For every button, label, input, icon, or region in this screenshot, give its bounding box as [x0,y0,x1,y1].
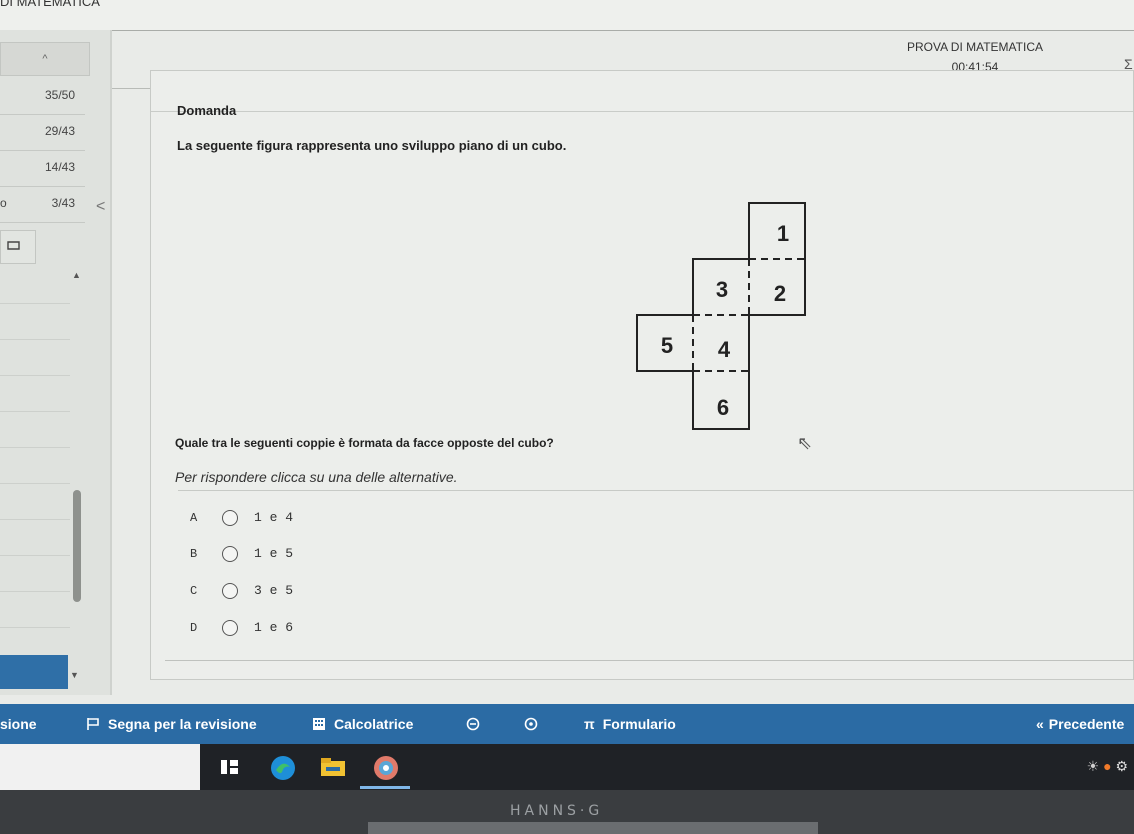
zoom-in-icon [524,717,538,731]
option-text: 1 e 6 [254,620,294,635]
list-item[interactable] [0,304,70,340]
window-title-bar: DI MATEMATICA [0,0,1134,31]
tray-app-icon[interactable]: ● [1103,758,1111,774]
tray-network-icon[interactable]: ⚙ [1115,758,1128,774]
sidebar-section-score: 14/43 [44,160,75,174]
option-c[interactable]: C 3 e 5 [178,578,578,608]
radio-button[interactable] [222,620,238,636]
question-instruction: Per rispondere clicca su una delle alter… [175,469,458,485]
face-label-6: 6 [717,395,729,420]
list-item[interactable] [0,376,70,412]
sidebar-section-lead: o [0,196,7,210]
edge-browser-icon[interactable] [270,755,295,780]
flag-icon [7,241,20,250]
toolbar-left-cut[interactable]: sione [0,716,37,732]
option-text: 3 e 5 [254,583,294,598]
sidebar-section-score: 29/43 [44,124,75,138]
system-tray[interactable]: ☀ ● ⚙ [1087,758,1128,775]
face-label-5: 5 [661,333,673,358]
scroll-down-icon[interactable]: ▼ [70,670,79,680]
option-letter: D [190,621,198,635]
option-b[interactable]: B 1 e 5 [178,541,578,571]
sidebar-section-1[interactable]: 35/50 [0,80,85,115]
question-label: Domanda [177,103,237,118]
calculator-icon [313,718,325,730]
sidebar-section-2[interactable]: 29/43 [0,116,85,151]
list-item[interactable] [0,448,70,484]
option-letter: B [190,547,198,561]
sidebar-scroll-thumb[interactable] [73,490,81,602]
previous-label: Precedente [1048,716,1125,732]
file-explorer-icon[interactable] [320,755,345,779]
sidebar-collapse-button[interactable]: ^ [0,42,90,76]
exam-app-icon[interactable] [372,755,398,780]
mark-review-button[interactable]: Segna per la revisione [86,716,257,732]
mark-review-label: Segna per la revisione [108,716,257,732]
sidebar-section-score: 3/43 [51,196,75,210]
answer-options: A 1 e 4 B 1 e 5 C 3 e 5 D 1 e 6 [178,490,1134,643]
face-label-4: 4 [718,337,731,362]
taskbar-search-area[interactable] [0,744,200,790]
pi-icon: π [584,716,595,732]
window-title: DI MATEMATICA [0,0,100,9]
face-label-2: 2 [774,281,786,306]
option-text: 1 e 5 [254,546,294,561]
option-d[interactable]: D 1 e 6 [178,615,578,645]
formulas-button[interactable]: π Formulario [584,716,676,732]
os-taskbar: ☀ ● ⚙ [0,744,1134,790]
cube-net-figure: 1 3 2 5 4 6 [636,202,806,430]
sidebar-section-4[interactable]: o 3/43 [0,188,85,223]
flag-icon [87,718,99,730]
sidebar-divider [110,30,112,695]
sidebar-section-score: 35/50 [44,88,75,102]
sidebar-active-item[interactable] [0,655,68,689]
zoom-out-button[interactable] [466,716,480,732]
question-prompt: Quale tra le seguenti coppie è formata d… [175,436,554,450]
question-list [0,268,70,658]
scroll-up-icon[interactable]: ▲ [72,270,81,280]
sidebar-toggle-icon[interactable]: < [96,198,105,216]
zoom-in-button[interactable] [524,716,538,732]
calculator-button[interactable]: Calcolatrice [312,716,413,732]
sidebar-scrollbar[interactable] [73,285,81,665]
mouse-cursor-icon: ⇖ [797,433,813,453]
task-view-icon[interactable] [218,755,242,779]
card-divider [151,111,1133,112]
list-item[interactable] [0,592,70,628]
sidebar-section-3[interactable]: 14/43 [0,152,85,187]
face-label-1: 1 [777,221,789,246]
list-item[interactable] [0,520,70,556]
face-label-3: 3 [716,277,728,302]
list-item[interactable] [0,484,70,520]
exam-title: PROVA DI MATEMATICA [906,40,1043,54]
calculator-label: Calcolatrice [334,716,414,732]
exam-toolbar: sione Segna per la revisione Calcolatric… [0,704,1134,744]
option-letter: C [190,584,198,598]
exam-header: PROVA DI MATEMATICA 00:41:54 [900,40,1050,74]
radio-button[interactable] [222,546,238,562]
zoom-out-icon [466,717,480,731]
monitor-stand [368,822,818,834]
list-item[interactable] [0,412,70,448]
option-letter: A [190,511,198,525]
double-chevron-left-icon: « [1036,716,1044,732]
list-item[interactable] [0,340,70,376]
list-item[interactable] [0,268,70,304]
option-text: 1 e 4 [254,510,294,525]
tray-brightness-icon[interactable]: ☀ [1087,758,1100,774]
formulas-label: Formulario [602,716,676,732]
previous-button[interactable]: «Precedente [1036,716,1124,732]
options-divider [165,660,1134,661]
active-app-indicator [360,786,410,789]
option-a[interactable]: A 1 e 4 [178,505,578,535]
sidebar: ^ 35/50 29/43 14/43 o 3/43 ▲ ▼ < [0,30,110,695]
flag-filter-button[interactable] [0,230,36,264]
monitor-brand-logo: HANNS·G [510,803,604,819]
radio-button[interactable] [222,583,238,599]
radio-button[interactable] [222,510,238,526]
question-text: La seguente figura rappresenta uno svilu… [177,138,567,153]
list-item[interactable] [0,556,70,592]
